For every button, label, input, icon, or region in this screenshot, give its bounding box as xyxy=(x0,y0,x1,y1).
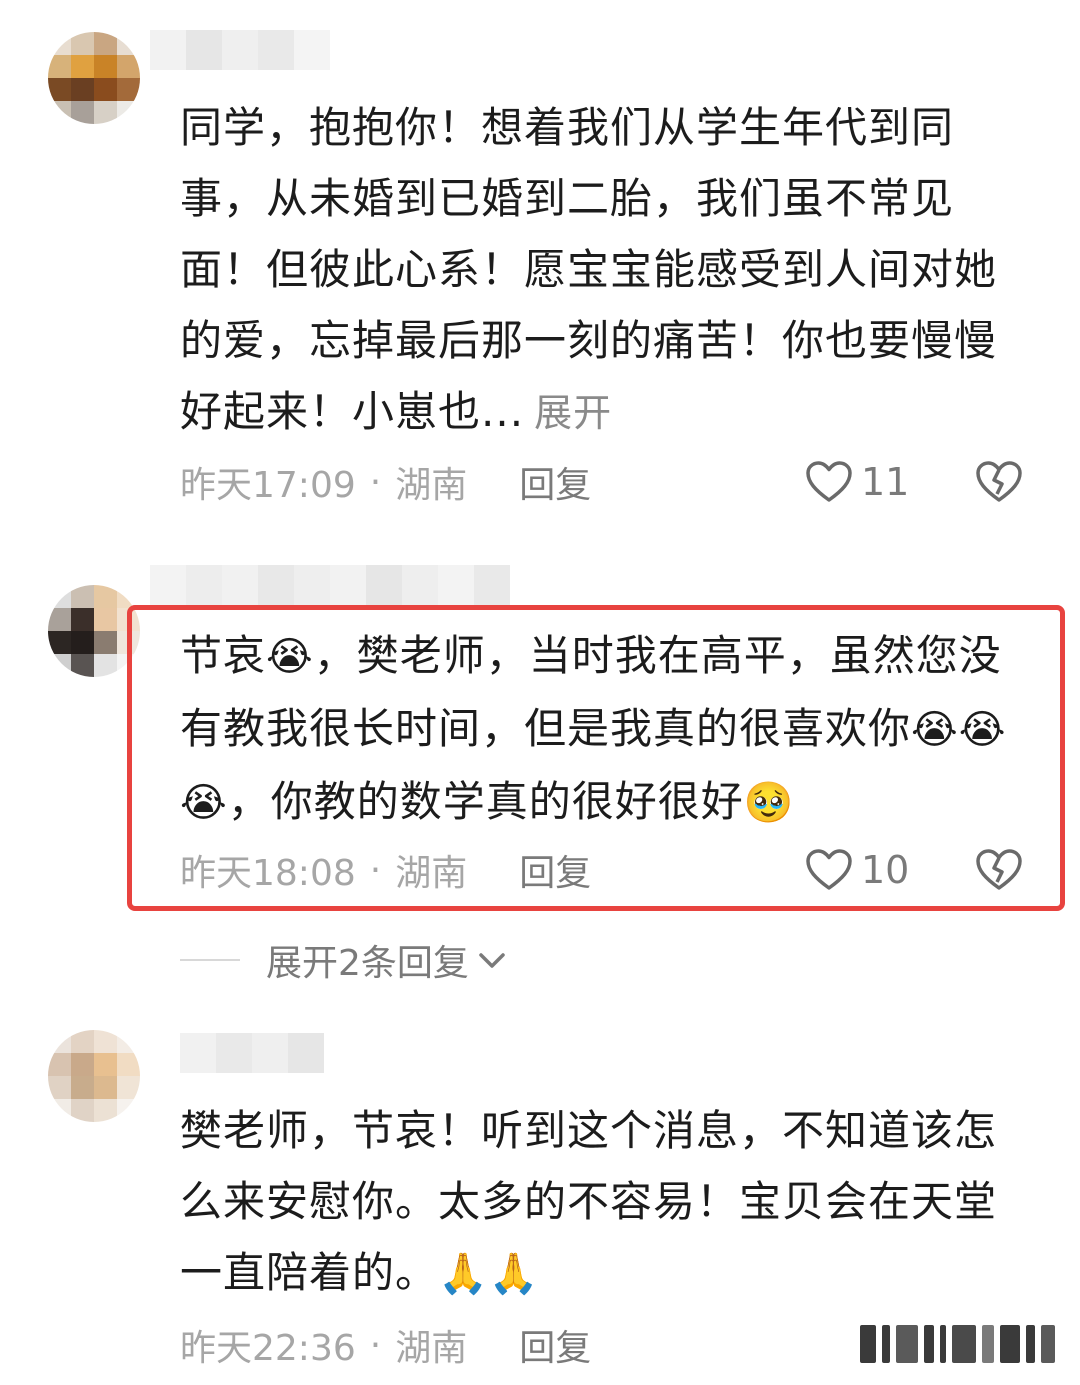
expand-replies-label: 展开2条回复 xyxy=(266,943,469,984)
reply-button[interactable]: 回复 xyxy=(519,456,591,508)
avatar[interactable] xyxy=(48,32,140,124)
chevron-down-icon xyxy=(479,953,505,968)
location: 湖南 xyxy=(395,465,468,506)
comment-text: 樊老师，节哀！听到这个消息，不知道该怎么来安慰你。太多的不容易！宝贝会在天堂一直… xyxy=(180,1095,1010,1308)
comment-meta: 昨天17:09 · 湖南 回复 11 xyxy=(180,457,1030,507)
username-blurred[interactable] xyxy=(150,565,510,605)
dislike-button[interactable] xyxy=(975,460,1023,504)
reply-button[interactable]: 回复 xyxy=(519,1319,591,1371)
comment-body: 樊老师，节哀！听到这个消息，不知道该怎么来安慰你。太多的不容易！宝贝会在天堂一直… xyxy=(180,1106,998,1297)
like-count: 11 xyxy=(861,460,910,504)
heart-outline-icon xyxy=(806,461,852,502)
separator-dot: · xyxy=(369,461,382,503)
watermark xyxy=(860,1322,1060,1366)
like-button[interactable]: 11 xyxy=(805,460,909,504)
expand-link[interactable]: 展开 xyxy=(534,391,612,435)
location: 湖南 xyxy=(395,1328,468,1369)
separator-dot: · xyxy=(369,1324,382,1366)
praying-hands-emoji: 🙏🙏 xyxy=(438,1251,540,1297)
highlight-box xyxy=(127,605,1065,911)
timestamp: 昨天22:36 xyxy=(180,1328,356,1369)
username-blurred[interactable] xyxy=(180,1033,324,1073)
broken-heart-icon xyxy=(976,461,1022,502)
comment-body: 同学，抱抱你！想着我们从学生年代到同事，从未婚到已婚到二胎，我们虽不常见面！但彼… xyxy=(180,103,998,436)
comment-text: 同学，抱抱你！想着我们从学生年代到同事，从未婚到已婚到二胎，我们虽不常见面！但彼… xyxy=(180,92,1010,447)
avatar[interactable] xyxy=(48,1030,140,1122)
timestamp: 昨天17:09 xyxy=(180,465,356,506)
username-blurred[interactable] xyxy=(150,30,330,70)
divider-line xyxy=(180,959,240,961)
expand-replies-button[interactable]: 展开2条回复 xyxy=(180,935,509,985)
